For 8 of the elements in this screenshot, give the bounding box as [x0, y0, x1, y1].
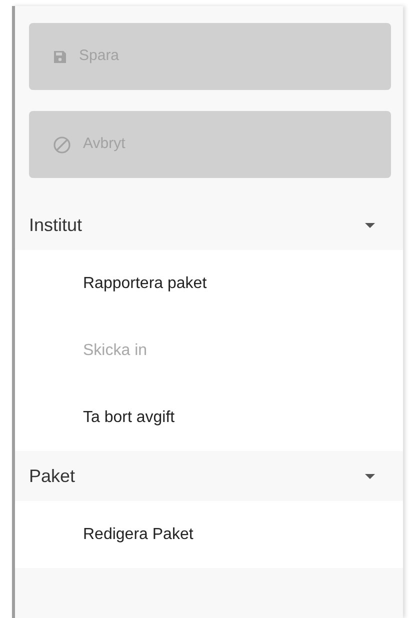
section-header[interactable]: Paket — [15, 451, 403, 501]
menu-item[interactable]: Rapportera paket — [83, 272, 207, 296]
menu-item[interactable]: Ta bort avgift — [83, 406, 175, 430]
menu-item[interactable]: Redigera Paket — [83, 522, 194, 546]
caret-icon — [365, 474, 375, 478]
prohibited-icon — [53, 136, 71, 154]
caret-icon — [365, 222, 375, 228]
section-header[interactable]: Institut — [15, 200, 403, 250]
